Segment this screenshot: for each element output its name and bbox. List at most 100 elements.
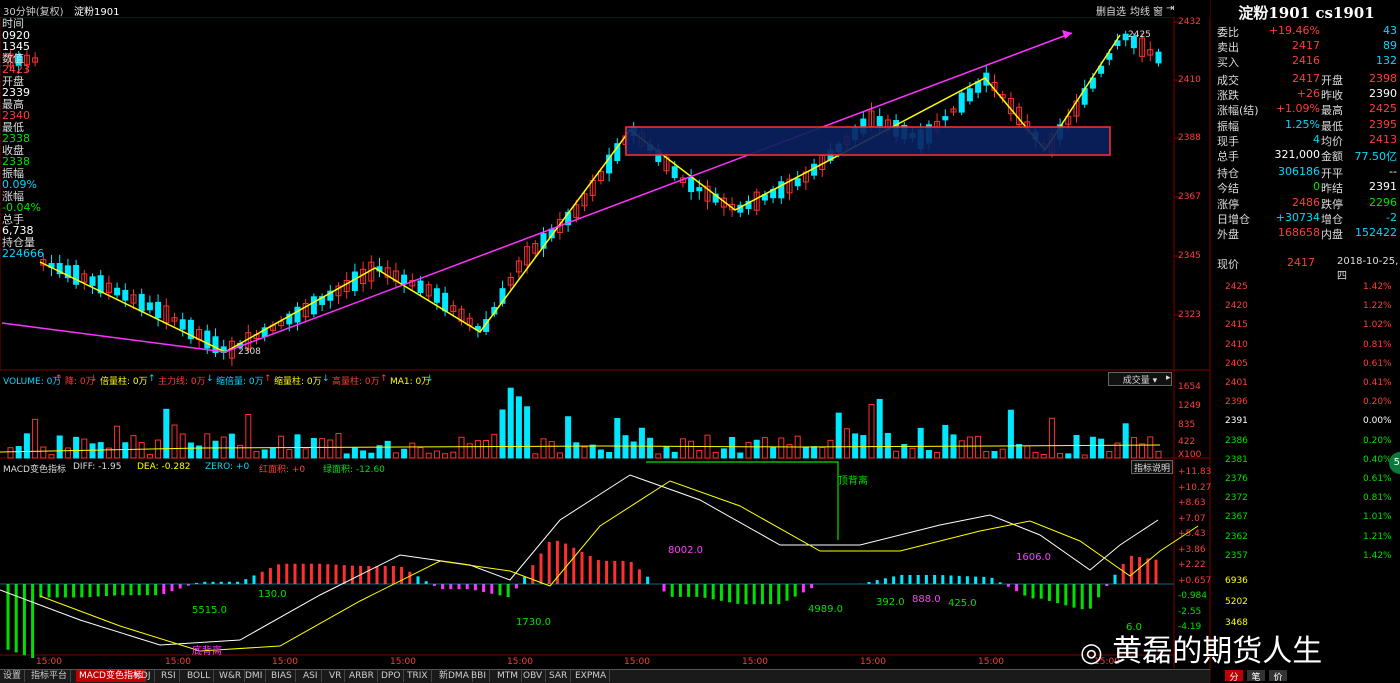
- volume-bar: [89, 443, 96, 459]
- macd-annotation: 425.0: [948, 598, 977, 609]
- watermark-text: 黄磊的期货人生: [1112, 634, 1323, 669]
- volume-bar: [7, 447, 14, 459]
- indicator-tab[interactable]: W&R: [216, 670, 246, 682]
- volume-bar: [819, 446, 826, 459]
- volume-bar: [474, 440, 481, 459]
- indicator-tab[interactable]: DPO: [378, 670, 405, 682]
- quote-value: 2296: [1369, 195, 1397, 209]
- volume-bar: [671, 451, 678, 459]
- volume-bar: [483, 440, 490, 459]
- quote-label: 开盘: [1321, 74, 1343, 87]
- indicator-tab[interactable]: BOLL: [184, 670, 215, 682]
- back-icon[interactable]: ⇥: [1166, 3, 1174, 14]
- period-label[interactable]: 30分钟(复权): [3, 3, 64, 18]
- volume-bar: [835, 412, 842, 459]
- info-value: 2423: [2, 63, 30, 76]
- candle: [401, 274, 408, 285]
- macd-tick: +5.43: [1178, 529, 1206, 539]
- arrow-head-icon: [1062, 30, 1072, 39]
- quote-label: 均价: [1321, 134, 1343, 148]
- intraday-price-tick: 2401: [1225, 378, 1248, 388]
- intraday-volume-tick: 6936: [1225, 576, 1248, 586]
- indicator-help-button[interactable]: 指标说明: [1131, 460, 1173, 474]
- macd-annotation: 8002.0: [668, 545, 703, 556]
- volume-bar: [212, 440, 219, 459]
- intraday-price-tick: 2415: [1225, 320, 1248, 331]
- right-tab[interactable]: 笔: [1247, 670, 1265, 683]
- volume-bar: [1007, 409, 1014, 459]
- volume-bar: [843, 428, 850, 459]
- volume-bar: [1073, 434, 1080, 459]
- volume-bar: [179, 433, 186, 459]
- candle: [696, 187, 703, 192]
- macd-tick: +0.657: [1178, 575, 1212, 586]
- candle: [671, 166, 678, 179]
- intraday-pct-tick: 0.61%: [1363, 474, 1392, 484]
- volume-bar: [294, 434, 301, 459]
- right-tab[interactable]: 价: [1269, 670, 1287, 683]
- intraday-price-tick: 2405: [1225, 358, 1248, 369]
- toolbar-delete-watch-button[interactable]: 删自选: [1096, 3, 1126, 18]
- macd-annotation: 888.0: [912, 594, 941, 605]
- toolbar-window-button[interactable]: 窗: [1153, 3, 1163, 18]
- indicator-tab[interactable]: MTM: [494, 670, 523, 682]
- info-value: 2339: [2, 86, 30, 99]
- quote-value: +19.46%: [1268, 24, 1320, 37]
- quote-label: 卖出: [1217, 41, 1239, 54]
- arrow-down-icon: ↓: [426, 374, 434, 384]
- volume-bar: [278, 435, 285, 459]
- arrow-right-icon[interactable]: ▸: [1166, 373, 1171, 383]
- toolbar-ma-button[interactable]: 均线: [1130, 3, 1150, 18]
- indicator-tab[interactable]: EXPMA: [572, 670, 611, 682]
- indicator-tab[interactable]: 设置: [0, 670, 26, 682]
- indicator-tab[interactable]: KDJ: [132, 670, 155, 682]
- indicator-tab[interactable]: VR: [326, 670, 346, 682]
- quote-label: 外盘: [1217, 228, 1239, 241]
- candle: [89, 276, 96, 286]
- right-tab[interactable]: 分: [1225, 670, 1243, 683]
- arrow-up-icon: ↑: [380, 374, 388, 384]
- indicator-tab[interactable]: SAR: [546, 670, 572, 682]
- time-tick: 15:00: [742, 657, 768, 667]
- quote-value: 2390: [1369, 87, 1397, 101]
- volume-tick: 835: [1178, 420, 1196, 430]
- quote-label: 昨收: [1321, 89, 1343, 103]
- volume-select-button[interactable]: 成交量 ▾: [1108, 372, 1172, 386]
- quote-value: 89: [1383, 39, 1397, 52]
- chevron-down-icon: ▾: [1152, 376, 1158, 386]
- indicator-tab[interactable]: DMI: [242, 670, 267, 682]
- quote-value: --: [1389, 165, 1397, 179]
- quote-value: +1.09%: [1275, 102, 1320, 116]
- intraday-pct-tick: 1.42%: [1363, 550, 1392, 561]
- volume-bar: [73, 436, 80, 459]
- consolidation-box: [625, 126, 1111, 156]
- macd-annotation: 5515.0: [192, 605, 227, 616]
- volume-bar: [1065, 453, 1072, 459]
- volume-bar: [1098, 438, 1105, 459]
- indicator-tab[interactable]: OBV: [520, 670, 547, 682]
- volume-bar: [40, 446, 47, 459]
- volume-bar: [319, 438, 326, 459]
- intraday-badge[interactable]: 50: [1389, 452, 1400, 474]
- macd-annotation: 1730.0: [516, 617, 551, 628]
- volume-bar: [917, 427, 924, 459]
- indicator-tab[interactable]: TRIX: [404, 670, 432, 682]
- indicator-tab[interactable]: 指标平台: [28, 670, 72, 682]
- volume-bar: [975, 435, 982, 459]
- volume-bar: [868, 403, 875, 459]
- macd-tick: -2.55: [1178, 606, 1202, 617]
- indicator-tab[interactable]: ASI: [300, 670, 322, 682]
- volume-bar: [770, 446, 777, 459]
- volume-bar: [23, 433, 30, 459]
- volume-bar: [925, 449, 932, 459]
- indicator-tab[interactable]: BIAS: [268, 670, 296, 682]
- intraday-pct-tick: 0.20%: [1363, 435, 1392, 446]
- volume-bar: [458, 436, 465, 459]
- quote-panel: 淀粉1901 cs1901 委比 +19.46% 43 卖出 2417 89 买入 2416 1…: [1213, 0, 1400, 683]
- volume-bar: [1122, 423, 1129, 459]
- indicator-tab[interactable]: BBI: [468, 670, 491, 682]
- indicator-tab[interactable]: ARBR: [346, 670, 378, 682]
- macd-annotation: 130.0: [258, 589, 287, 600]
- intraday-price-tick: 2362: [1225, 531, 1248, 542]
- indicator-tab[interactable]: RSI: [158, 670, 180, 682]
